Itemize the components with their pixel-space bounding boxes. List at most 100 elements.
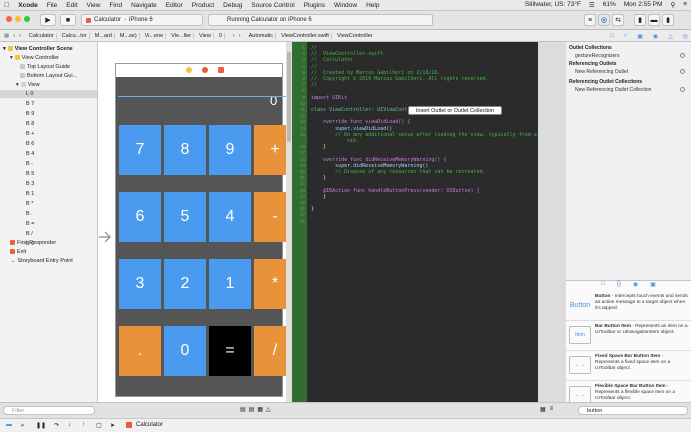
- version-editor-button[interactable]: ⇆: [612, 14, 624, 26]
- outline-item[interactable]: B 8: [26, 120, 34, 127]
- weather-status[interactable]: Stillwater, US: 73°F: [525, 1, 581, 9]
- outline-filter-field[interactable]: Filter: [3, 406, 95, 415]
- menu-source-control[interactable]: Source Control: [251, 2, 294, 9]
- outline-view[interactable]: ▾ View: [16, 81, 40, 88]
- library-item-button[interactable]: Button Button - Intercepts touch events …: [566, 291, 691, 321]
- step-over-icon[interactable]: ↷: [54, 422, 59, 429]
- breadcrumb-view[interactable]: View: [197, 32, 214, 39]
- breadcrumb-storyboard[interactable]: M...ard: [93, 32, 115, 39]
- file-inspector-icon[interactable]: □: [610, 33, 614, 42]
- view-controller-dock-icon[interactable]: [186, 67, 192, 73]
- outline-exit[interactable]: Exit: [10, 248, 26, 255]
- search-icon[interactable]: ⚲: [670, 1, 675, 9]
- breadcrumb-base[interactable]: M...se): [118, 32, 140, 39]
- menu-window[interactable]: Window: [334, 2, 357, 9]
- key-button[interactable]: 8: [164, 125, 206, 175]
- assistant-editor-button[interactable]: ◎: [598, 14, 610, 26]
- outline-item[interactable]: B 5: [26, 170, 34, 177]
- outline-scene[interactable]: ▾ View Controller Scene: [3, 45, 73, 52]
- key-button[interactable]: 7: [119, 125, 161, 175]
- breadcrumb-controller[interactable]: Vie...ller: [169, 32, 195, 39]
- outline-view-controller[interactable]: ▾ View Controller: [10, 54, 59, 61]
- align-icon[interactable]: ▤: [249, 406, 255, 415]
- navigator-toggle-button[interactable]: ▮: [634, 14, 646, 26]
- step-in-icon[interactable]: ↓: [68, 422, 71, 428]
- menu-help[interactable]: Help: [366, 2, 379, 9]
- back-icon[interactable]: ‹: [13, 33, 15, 39]
- outline-item[interactable]: B .: [26, 210, 33, 217]
- disclosure-icon[interactable]: ▾: [3, 46, 6, 52]
- standard-editor-button[interactable]: ≡: [584, 14, 596, 26]
- file-template-icon[interactable]: □: [601, 281, 605, 291]
- view-debugger-icon[interactable]: ▢: [96, 422, 102, 429]
- grid-view-icon[interactable]: ▦: [540, 406, 546, 415]
- pin-icon[interactable]: ▦: [257, 406, 263, 415]
- outline-item[interactable]: B 7: [26, 100, 34, 107]
- menu-find[interactable]: Find: [109, 2, 122, 9]
- identity-inspector-icon[interactable]: ▣: [637, 33, 643, 42]
- stack-icon[interactable]: ▤: [240, 406, 246, 415]
- connections-inspector-icon[interactable]: ◎: [683, 33, 688, 42]
- wifi-icon[interactable]: ☰: [589, 1, 595, 9]
- breadcrumb-project[interactable]: Calculator: [27, 32, 57, 39]
- breadcrumb-group[interactable]: Calcu...tor: [60, 32, 90, 39]
- menu-debug[interactable]: Debug: [223, 2, 242, 9]
- key-button[interactable]: 5: [164, 192, 206, 242]
- step-out-icon[interactable]: ↑: [82, 422, 85, 428]
- code-editor[interactable]: //// ViewController.swift// Calculator//…: [307, 42, 538, 402]
- close-window-icon[interactable]: [6, 16, 12, 22]
- outline-item[interactable]: B 1: [26, 190, 34, 197]
- key-button[interactable]: 1: [209, 259, 251, 309]
- debug-target[interactable]: Calculator: [136, 422, 163, 428]
- debug-area-toggle-icon[interactable]: ▬: [6, 422, 12, 428]
- scheme-selector[interactable]: Calculator › iPhone 6: [81, 14, 203, 26]
- key-button[interactable]: 2: [164, 259, 206, 309]
- key-button[interactable]: 4: [209, 192, 251, 242]
- menu-file[interactable]: File: [47, 2, 57, 9]
- menu-plugins[interactable]: Plugins: [304, 2, 325, 9]
- breakpoints-icon[interactable]: ➤: [20, 422, 25, 429]
- outlet-connector[interactable]: [680, 53, 685, 58]
- menu-navigate[interactable]: Navigate: [131, 2, 157, 9]
- scroll-thumb[interactable]: [287, 52, 291, 142]
- outline-item[interactable]: B -: [26, 160, 33, 167]
- outline-first-responder[interactable]: First Responder: [10, 239, 56, 246]
- library-search-field[interactable]: button: [578, 406, 688, 415]
- help-inspector-icon[interactable]: ○: [624, 33, 628, 42]
- outline-item[interactable]: L 0: [26, 90, 33, 97]
- zoom-window-icon[interactable]: [24, 16, 30, 22]
- outline-item[interactable]: B /: [26, 230, 33, 237]
- stop-button[interactable]: ■: [60, 14, 76, 26]
- first-responder-dock-icon[interactable]: [202, 67, 208, 73]
- outline-item[interactable]: B *: [26, 200, 33, 207]
- utilities-toggle-button[interactable]: ▮: [662, 14, 674, 26]
- outlet-connector[interactable]: [680, 87, 685, 92]
- list-view-icon[interactable]: ≡: [550, 406, 554, 415]
- location-icon[interactable]: ➤: [110, 422, 115, 429]
- outline-item[interactable]: B +: [26, 130, 34, 137]
- run-button[interactable]: ▶: [40, 14, 56, 26]
- menu-editor[interactable]: Editor: [166, 2, 183, 9]
- breadcrumb-scene[interactable]: Vi...ene: [143, 32, 167, 39]
- attributes-inspector-icon[interactable]: ◉: [653, 33, 658, 42]
- battery-status[interactable]: 61%: [603, 1, 616, 9]
- debug-toggle-button[interactable]: ▬: [648, 14, 660, 26]
- back-icon[interactable]: ‹: [233, 33, 235, 39]
- outline-item[interactable]: B 9: [26, 110, 34, 117]
- library-item-bar-button[interactable]: Item Bar Button Item - Represents an ite…: [566, 321, 691, 351]
- outline-item[interactable]: B =: [26, 220, 34, 227]
- key-button[interactable]: 9: [209, 125, 251, 175]
- breadcrumb-label[interactable]: 0: [217, 32, 225, 39]
- code-snippet-icon[interactable]: {}: [617, 281, 621, 291]
- key-button[interactable]: 3: [119, 259, 161, 309]
- exit-dock-icon[interactable]: [218, 67, 224, 73]
- menu-product[interactable]: Product: [192, 2, 214, 9]
- pause-icon[interactable]: ❚❚: [36, 422, 46, 429]
- outline-bottom-guide[interactable]: Bottom Layout Gui...: [20, 72, 77, 79]
- object-library-icon[interactable]: ◉: [633, 281, 638, 291]
- minimize-window-icon[interactable]: [15, 16, 21, 22]
- clock[interactable]: Mon 2:55 PM: [624, 1, 663, 9]
- key-button[interactable]: .: [119, 326, 161, 376]
- key-button[interactable]: 0: [164, 326, 206, 376]
- forward-icon[interactable]: ›: [239, 33, 241, 39]
